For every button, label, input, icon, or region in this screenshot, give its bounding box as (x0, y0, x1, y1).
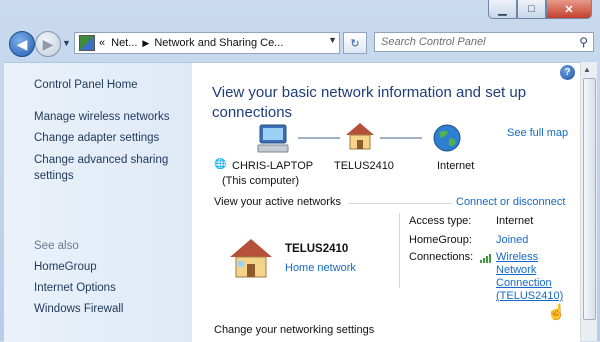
computer-icon (257, 124, 289, 153)
chevron-down-icon: ▼ (62, 38, 71, 48)
forward-arrow-icon: ▶ (42, 35, 54, 52)
connection-line-1[interactable]: Wireless (496, 251, 563, 264)
help-button[interactable]: ? (560, 65, 575, 80)
access-type-value: Internet (496, 215, 534, 227)
homegroup-label: HomeGroup: (409, 234, 472, 246)
computer-name: CHRIS-LAPTOP (232, 160, 314, 172)
wireless-connection-link[interactable]: Wireless Network Connection (TELUS2410) (496, 251, 563, 303)
refresh-button[interactable]: ↻ (343, 32, 367, 54)
sidebar-change-adapter[interactable]: Change adapter settings (34, 130, 159, 146)
back-arrow-icon: ◀ (16, 35, 28, 52)
explorer-window: ▁ □ ✕ ◀ ▶ ▼ « Net... ▶ Network and Shari… (0, 0, 600, 342)
connections-label: Connections: (409, 251, 474, 263)
sidebar-windows-firewall[interactable]: Windows Firewall (34, 301, 123, 317)
scroll-up-icon[interactable]: ▲ (583, 65, 591, 74)
search-input[interactable]: Search Control Panel ⚲ (374, 32, 594, 52)
computer-subtitle: (This computer) (222, 175, 300, 187)
home-network-icon (230, 239, 272, 278)
page-title: View your basic network information and … (212, 84, 527, 121)
wireless-signal-icon (480, 254, 491, 263)
maximize-button[interactable]: □ (517, 0, 546, 19)
access-type-label: Access type: (409, 215, 472, 227)
connection-line-2[interactable]: Network (496, 264, 563, 277)
sidebar: Control Panel Home Manage wireless netwo… (4, 62, 192, 342)
vertical-scrollbar[interactable]: ▲ (580, 62, 597, 341)
close-icon: ✕ (564, 3, 574, 16)
see-full-map-link[interactable]: See full map (507, 127, 568, 139)
address-bar[interactable]: « Net... ▶ Network and Sharing Ce... ▼ (74, 32, 340, 54)
breadcrumb-network[interactable]: Net... (111, 37, 137, 49)
sidebar-change-advanced-sharing[interactable]: Change advanced sharing settings (34, 152, 184, 184)
globe-icon (433, 124, 461, 152)
active-networks-label: View your active networks (214, 196, 341, 208)
scrollbar-thumb[interactable] (583, 78, 596, 320)
connect-disconnect-link[interactable]: Connect or disconnect (456, 196, 565, 208)
address-dropdown-icon[interactable]: ▼ (328, 35, 337, 45)
home-network-link[interactable]: Home network (285, 262, 356, 274)
active-network-name: TELUS2410 (285, 243, 349, 255)
change-settings-heading: Change your networking settings (214, 324, 375, 336)
see-also-label: See also (34, 240, 79, 252)
network-map-name: TELUS2410 (334, 160, 394, 172)
caption-buttons: ▁ □ ✕ (488, 0, 592, 19)
control-panel-icon (79, 35, 95, 51)
network-status-icon: 🌐 (214, 159, 227, 170)
forward-button[interactable]: ▶ (35, 31, 61, 57)
sidebar-homegroup[interactable]: HomeGroup (34, 259, 97, 275)
map-connector-line (298, 137, 340, 139)
map-connector-line (380, 137, 422, 139)
help-icon: ? (564, 67, 571, 78)
back-button[interactable]: ◀ (9, 31, 35, 57)
connection-line-4[interactable]: (TELUS2410) (496, 290, 563, 303)
sidebar-manage-wireless[interactable]: Manage wireless networks (34, 109, 170, 125)
sidebar-internet-options[interactable]: Internet Options (34, 280, 116, 296)
close-button[interactable]: ✕ (546, 0, 592, 19)
minimize-icon: ▁ (498, 3, 507, 16)
house-icon (346, 123, 374, 150)
section-divider (348, 203, 452, 204)
vertical-divider (399, 213, 400, 288)
breadcrumb-separator-icon[interactable]: ▶ (142, 38, 149, 49)
hand-cursor-icon: ☝ (547, 304, 566, 321)
refresh-icon: ↻ (350, 37, 360, 50)
homegroup-joined-link[interactable]: Joined (496, 234, 528, 246)
connection-line-3[interactable]: Connection (496, 277, 563, 290)
main-content: View your basic network information and … (192, 62, 580, 342)
minimize-button[interactable]: ▁ (488, 0, 517, 19)
navigation-bar: ◀ ▶ ▼ « Net... ▶ Network and Sharing Ce.… (4, 27, 596, 59)
recent-pages-button[interactable]: ▼ (62, 38, 71, 48)
internet-label: Internet (437, 160, 475, 172)
breadcrumb-network-sharing-center[interactable]: Network and Sharing Ce... (154, 37, 283, 49)
maximize-icon: □ (528, 3, 535, 15)
search-icon[interactable]: ⚲ (579, 35, 588, 49)
search-placeholder: Search Control Panel (381, 36, 486, 48)
sidebar-control-panel-home[interactable]: Control Panel Home (34, 77, 138, 93)
breadcrumb-overflow[interactable]: « (99, 37, 105, 49)
